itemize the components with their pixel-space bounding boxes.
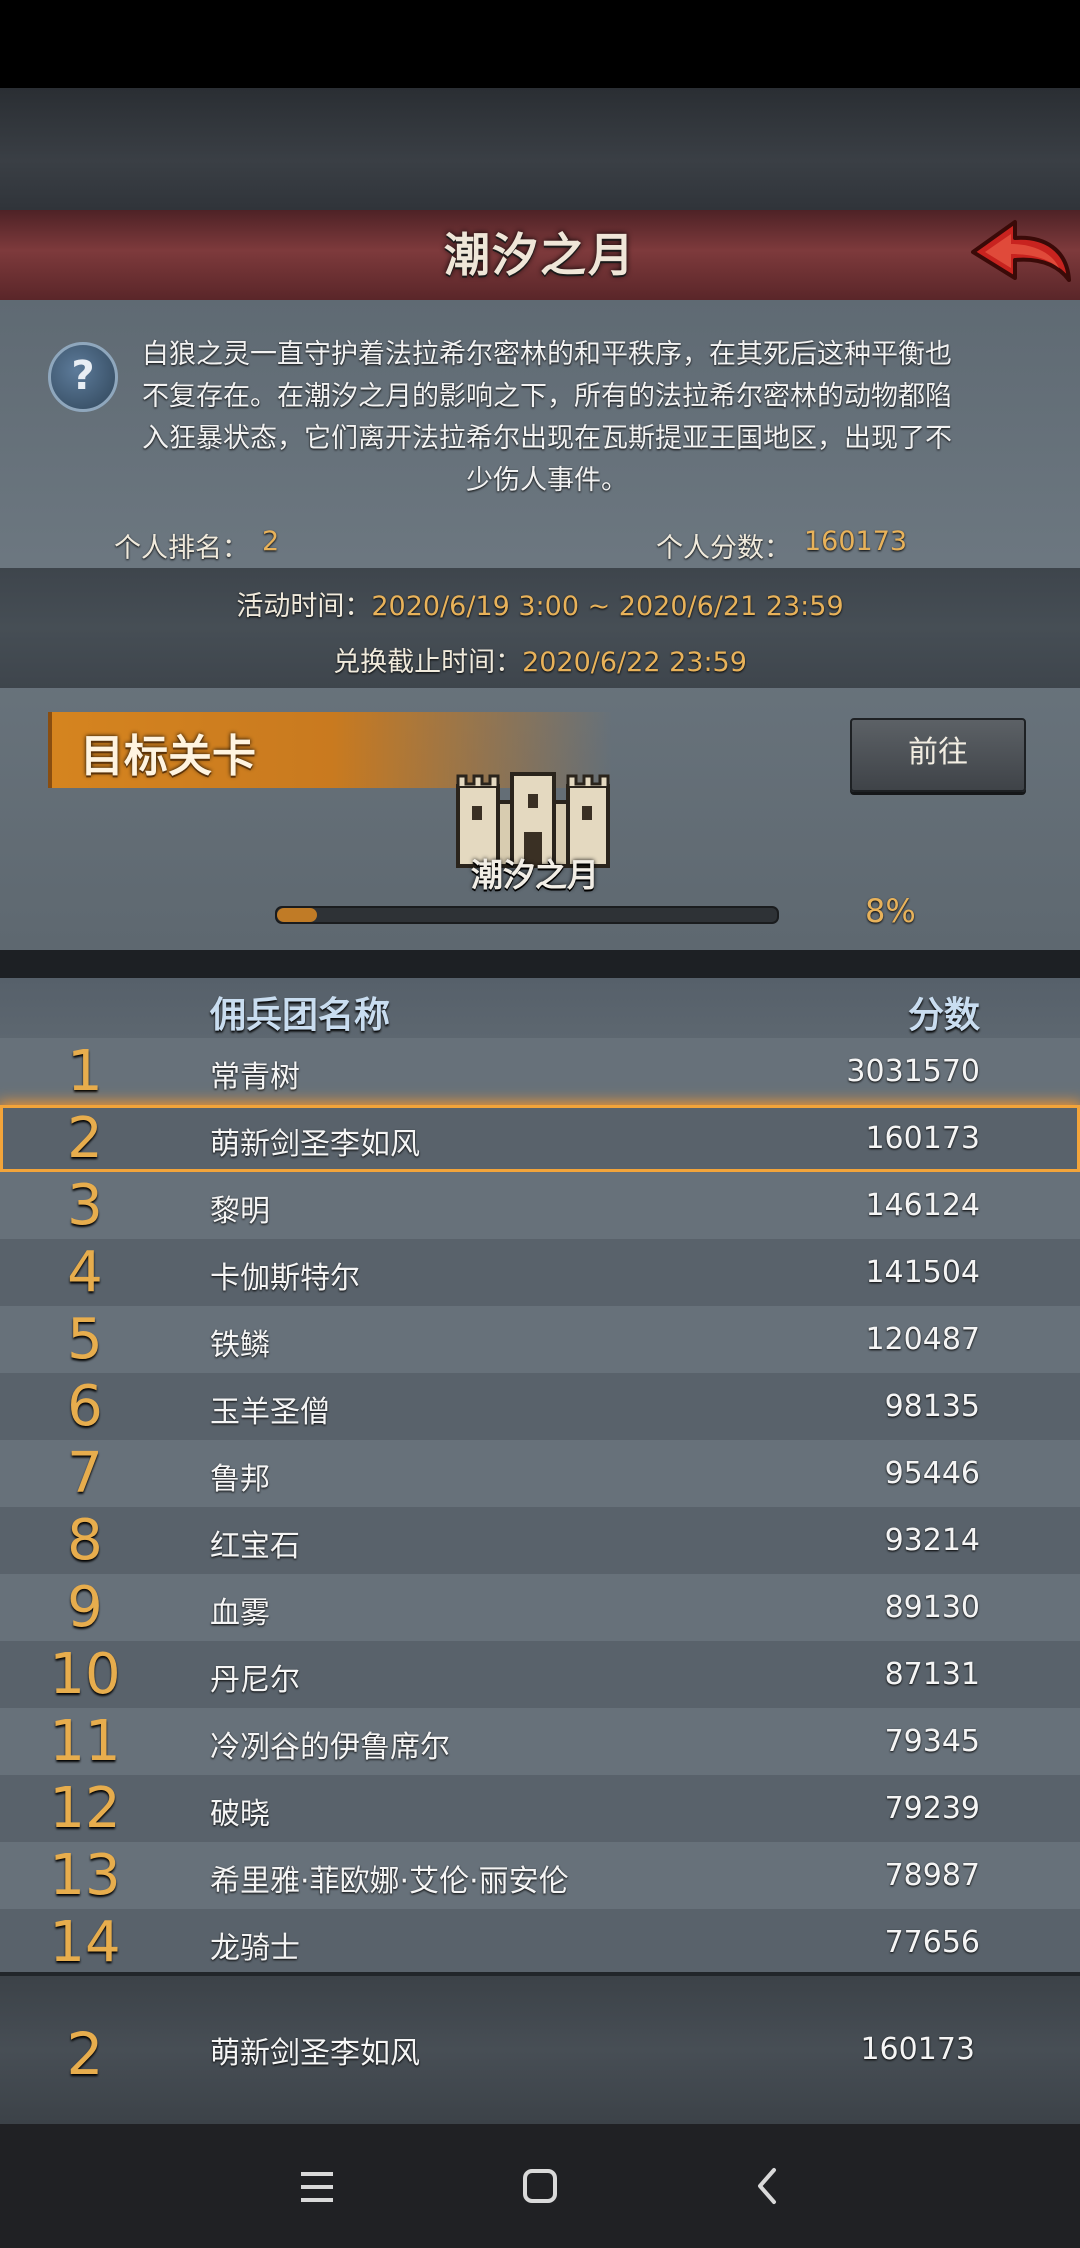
row-score: 3031570 [846, 1054, 980, 1089]
rank-label: 个人排名： [114, 533, 249, 564]
nav-back-button[interactable] [728, 2152, 808, 2222]
row-score: 79345 [884, 1724, 980, 1759]
status-bar [0, 0, 1080, 88]
table-row[interactable]: 12 破晓 79239 [0, 1775, 1080, 1842]
table-row[interactable]: 11 冷冽谷的伊鲁席尔 79345 [0, 1708, 1080, 1775]
back-arrow-icon [971, 220, 1071, 282]
table-row[interactable]: 9 血雾 89130 [0, 1574, 1080, 1641]
nav-menu-button[interactable] [277, 2152, 357, 2222]
score-label: 个人分数： [656, 533, 791, 564]
progress-fill [277, 908, 317, 922]
event-time-band: 活动时间：2020/6/19 3:00 ~ 2020/6/21 23:59 兑换… [0, 568, 1080, 688]
deadline-value: 2020/6/22 23:59 [522, 647, 747, 678]
my-score: 160173 [860, 2032, 975, 2067]
table-row[interactable]: 4 卡伽斯特尔 141504 [0, 1239, 1080, 1306]
table-row[interactable]: 3 黎明 146124 [0, 1172, 1080, 1239]
row-score: 95446 [884, 1456, 980, 1491]
table-row[interactable]: 7 鲁邦 95446 [0, 1440, 1080, 1507]
top-band [0, 88, 1080, 210]
row-score: 79239 [884, 1791, 980, 1826]
progress-bar [275, 906, 779, 924]
score-value: 160173 [804, 526, 908, 557]
my-ranking-row: 2 萌新剑圣李如风 160173 [0, 1972, 1080, 2124]
row-score: 93214 [884, 1523, 980, 1558]
table-row[interactable]: 10 丹尼尔 87131 [0, 1641, 1080, 1708]
row-score: 120487 [865, 1322, 980, 1357]
row-score: 146124 [865, 1188, 980, 1223]
home-square-icon [523, 2169, 557, 2203]
progress-percent: 8% [865, 892, 916, 930]
row-score: 141504 [865, 1255, 980, 1290]
table-row[interactable]: 8 红宝石 93214 [0, 1507, 1080, 1574]
ranking-table[interactable]: 佣兵团名称 分数 1 常青树 3031570 2 萌新剑圣李如风 160173 3 黎明 146… [0, 978, 1080, 1972]
event-description: 白狼之灵一直守护着法拉希尔密林的和平秩序，在其死后这种平衡也不复存在。在潮汐之月… [142, 339, 952, 496]
event-time-label: 活动时间： [236, 591, 372, 622]
event-time: 活动时间：2020/6/19 3:00 ~ 2020/6/21 23:59 [0, 584, 1080, 623]
event-time-value: 2020/6/19 3:00 ~ 2020/6/21 23:59 [371, 591, 844, 622]
table-row[interactable]: 6 玉羊圣僧 98135 [0, 1373, 1080, 1440]
row-score: 87131 [884, 1657, 980, 1692]
row-score: 78987 [884, 1858, 980, 1893]
navigation-bar [0, 2124, 1080, 2248]
chevron-left-icon [758, 2168, 776, 2204]
nav-home-button[interactable] [500, 2152, 580, 2222]
row-score: 160173 [865, 1121, 980, 1156]
personal-stats: 个人排名： 2 个人分数： 160173 [0, 518, 1080, 568]
page-title: 潮汐之月 [444, 228, 636, 282]
go-button[interactable]: 前往 [850, 718, 1026, 792]
table-row[interactable]: 1 常青树 3031570 [0, 1038, 1080, 1105]
section-divider [0, 950, 1080, 978]
target-title: 目标关卡 [80, 731, 256, 782]
rank-value: 2 [262, 526, 280, 557]
question-icon: ? [71, 353, 95, 399]
exchange-deadline: 兑换截止时间：2020/6/22 23:59 [0, 640, 1080, 679]
table-header: 佣兵团名称 分数 [0, 978, 1080, 1038]
stage-name: 潮汐之月 [470, 856, 599, 894]
table-row[interactable]: 2 萌新剑圣李如风 160173 [0, 1105, 1080, 1172]
target-stage-section: 目标关卡 前往 潮汐之月 8% [0, 700, 1080, 950]
table-row[interactable]: 13 希里雅·菲欧娜·艾伦·丽安伦 78987 [0, 1842, 1080, 1909]
help-button[interactable]: ? [48, 342, 118, 412]
row-score: 89130 [884, 1590, 980, 1625]
table-row[interactable]: 5 铁鳞 120487 [0, 1306, 1080, 1373]
back-button[interactable] [965, 214, 1075, 296]
header-score: 分数 [907, 995, 980, 1036]
title-bar: 潮汐之月 [0, 210, 1080, 304]
row-score: 98135 [884, 1389, 980, 1424]
deadline-label: 兑换截止时间： [333, 647, 523, 678]
table-row[interactable]: 14 龙骑士 77656 [0, 1909, 1080, 1972]
row-score: 77656 [884, 1925, 980, 1960]
menu-icon [301, 2172, 333, 2202]
